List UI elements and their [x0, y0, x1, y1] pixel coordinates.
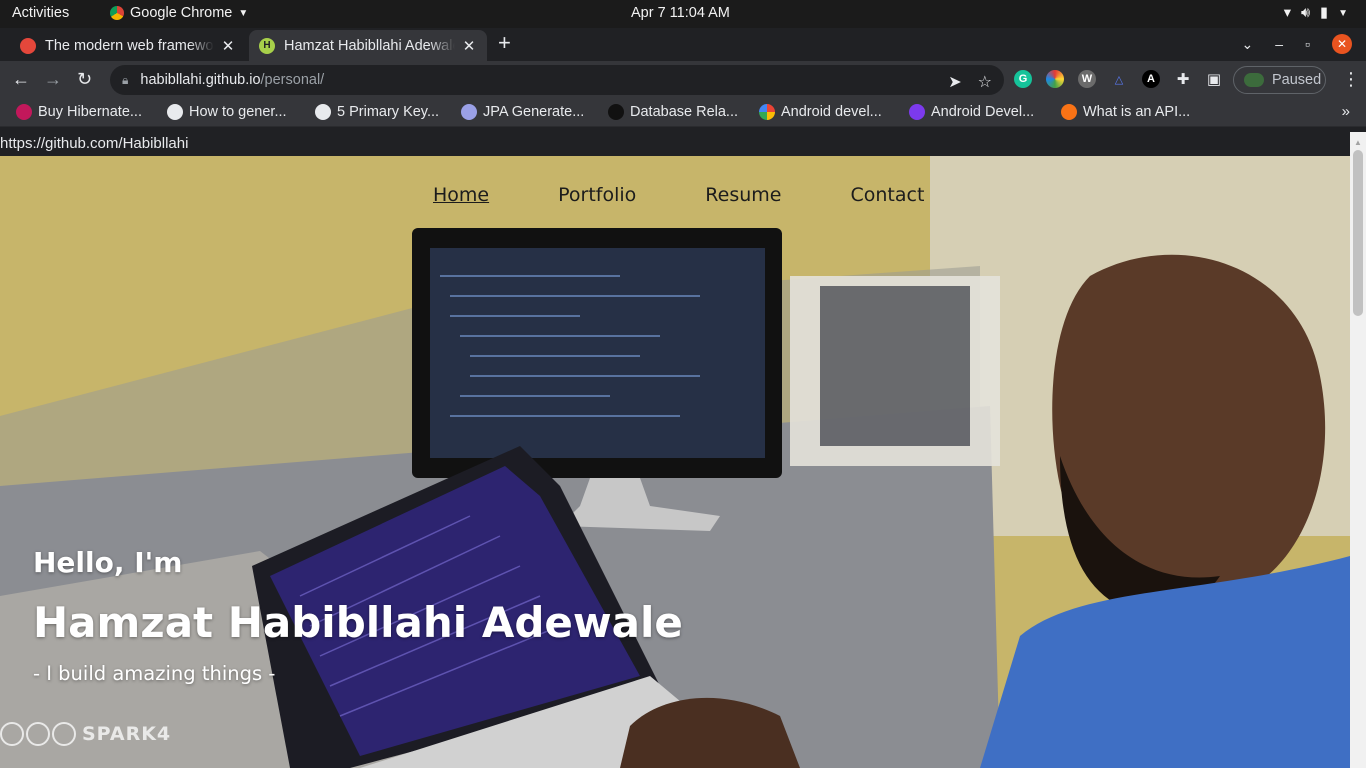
rings-icon	[0, 722, 76, 746]
lock-icon[interactable]: 🔒︎	[122, 73, 128, 88]
wifi-icon: ▾	[1283, 5, 1291, 21]
url-path: /personal/	[260, 72, 325, 88]
profile-button[interactable]: Paused	[1233, 66, 1326, 94]
bookmark-label: JPA Generate...	[483, 104, 585, 120]
window-close-button[interactable]: ✕	[1332, 34, 1352, 54]
scroll-up-icon[interactable]: ▲	[1354, 138, 1362, 147]
browser-toolbar: ← → ↻ 🔒︎ habibllahi.github.io/personal/ …	[0, 61, 1366, 99]
triangle-extension-icon[interactable]: △	[1110, 70, 1128, 88]
bookmark-item[interactable]: Android Devel...	[909, 104, 1034, 120]
hero-name: Hamzat Habibllahi Adewale	[33, 598, 683, 647]
tab-title: Hamzat Habibllahi Adewale	[284, 37, 455, 54]
mascot-icon	[1061, 104, 1077, 120]
tab-personal-site[interactable]: H Hamzat Habibllahi Adewale ✕	[249, 30, 487, 61]
url-host: habibllahi.github.io	[140, 72, 261, 88]
more-bookmarks-icon[interactable]: »	[1342, 103, 1350, 120]
forward-icon[interactable]: →	[44, 69, 62, 90]
new-tab-button[interactable]: +	[498, 30, 511, 56]
minimize-icon[interactable]: –	[1275, 36, 1283, 52]
avatar	[1244, 73, 1264, 87]
app-name: Google Chrome	[130, 5, 233, 21]
tab-title: The modern web framework	[45, 37, 214, 54]
grammarly-icon[interactable]: G	[1014, 70, 1032, 88]
bookmark-item[interactable]: Android devel...	[759, 104, 882, 120]
bookmark-item[interactable]: Buy Hibernate...	[16, 104, 142, 120]
activities-button[interactable]: Activities	[12, 5, 69, 21]
bookmark-label: Database Rela...	[630, 104, 739, 120]
bookmark-item[interactable]: How to gener...	[167, 104, 287, 120]
bookmarks-bar: Buy Hibernate... How to gener... 5 Prima…	[0, 99, 1366, 127]
clock[interactable]: Apr 7 11:04 AM	[631, 5, 730, 21]
d-icon	[909, 104, 925, 120]
hardhat-favicon-icon	[20, 37, 36, 54]
bookmark-item[interactable]: Database Rela...	[608, 104, 738, 120]
bookmark-label: 5 Primary Key...	[337, 104, 440, 120]
nav-contact-link[interactable]: Contact	[850, 184, 924, 206]
bookmark-label: Android devel...	[781, 104, 882, 120]
gear-icon	[608, 104, 624, 120]
chrome-icon	[110, 6, 124, 20]
profile-status: Paused	[1272, 72, 1322, 88]
owl-icon	[461, 104, 477, 120]
bookmark-label: Buy Hibernate...	[38, 104, 142, 120]
chevron-down-icon: ▼	[238, 7, 249, 19]
tab-nuxt[interactable]: The modern web framework ✕	[10, 30, 246, 61]
battery-icon: ▮	[1320, 5, 1329, 21]
close-icon[interactable]: ✕	[220, 37, 236, 55]
bookmark-item[interactable]: What is an API...	[1061, 104, 1190, 120]
tab-strip: The modern web framework ✕ H Hamzat Habi…	[0, 28, 1366, 61]
hero-tagline: - I build amazing things -	[33, 662, 276, 685]
maximize-icon[interactable]: ▫	[1305, 36, 1310, 52]
google-icon	[759, 104, 775, 120]
globe-icon	[315, 104, 331, 120]
side-panel-icon[interactable]: ▣	[1205, 70, 1223, 88]
omnibox-actions: ➤ ☆	[948, 72, 992, 92]
raspberry-icon	[16, 104, 32, 120]
camera-watermark: SPARK4	[0, 722, 171, 746]
more-menu-icon[interactable]: ⋮	[1342, 69, 1360, 90]
status-bar: https://github.com/Habibllahi	[0, 132, 1366, 156]
nav-home-link[interactable]: Home	[433, 184, 489, 206]
window-controls: ⌄ – ▫ ✕	[1242, 34, 1352, 54]
tab-search-icon[interactable]: ⌄	[1242, 36, 1254, 53]
bookmark-item[interactable]: 5 Primary Key...	[315, 104, 439, 120]
close-icon[interactable]: ✕	[461, 37, 477, 55]
system-top-bar: Activities Google Chrome ▼ Apr 7 11:04 A…	[0, 0, 1366, 28]
bookmark-label: What is an API...	[1083, 104, 1191, 120]
bookmark-label: Android Devel...	[931, 104, 1035, 120]
address-bar[interactable]: 🔒︎ habibllahi.github.io/personal/ ➤ ☆	[110, 65, 1004, 95]
watermark-text: SPARK4	[82, 723, 172, 745]
nav-resume-link[interactable]: Resume	[705, 184, 781, 206]
hero-section: Home Portfolio Resume Contact Hello, I'm…	[0, 156, 1350, 768]
reload-icon[interactable]: ↻	[77, 69, 92, 90]
a-extension-icon[interactable]: A	[1142, 70, 1160, 88]
site-nav: Home Portfolio Resume Contact	[433, 184, 924, 206]
bookmark-item[interactable]: JPA Generate...	[461, 104, 584, 120]
w-extension-icon[interactable]: W	[1078, 70, 1096, 88]
nav-portfolio-link[interactable]: Portfolio	[558, 184, 636, 206]
page-scrollbar[interactable]: ▲	[1350, 132, 1366, 768]
send-icon[interactable]: ➤	[948, 72, 961, 92]
color-picker-icon[interactable]	[1046, 70, 1064, 88]
volume-icon: 🔊︎	[1300, 5, 1311, 21]
scrollbar-thumb[interactable]	[1353, 150, 1363, 316]
bookmark-label: How to gener...	[189, 104, 287, 120]
back-icon[interactable]: ←	[12, 69, 30, 90]
hero-greeting: Hello, I'm	[33, 546, 183, 579]
hover-link-url: https://github.com/Habibllahi	[0, 135, 189, 152]
app-menu[interactable]: Google Chrome ▼	[110, 5, 248, 21]
puzzle-icon[interactable]: ✚	[1174, 70, 1192, 88]
h-favicon-icon: H	[259, 37, 275, 54]
globe-icon	[167, 104, 183, 120]
star-icon[interactable]: ☆	[978, 72, 992, 92]
system-tray[interactable]: ▾ 🔊︎ ▮ ▼	[1284, 5, 1348, 21]
chevron-down-icon: ▼	[1338, 7, 1348, 19]
